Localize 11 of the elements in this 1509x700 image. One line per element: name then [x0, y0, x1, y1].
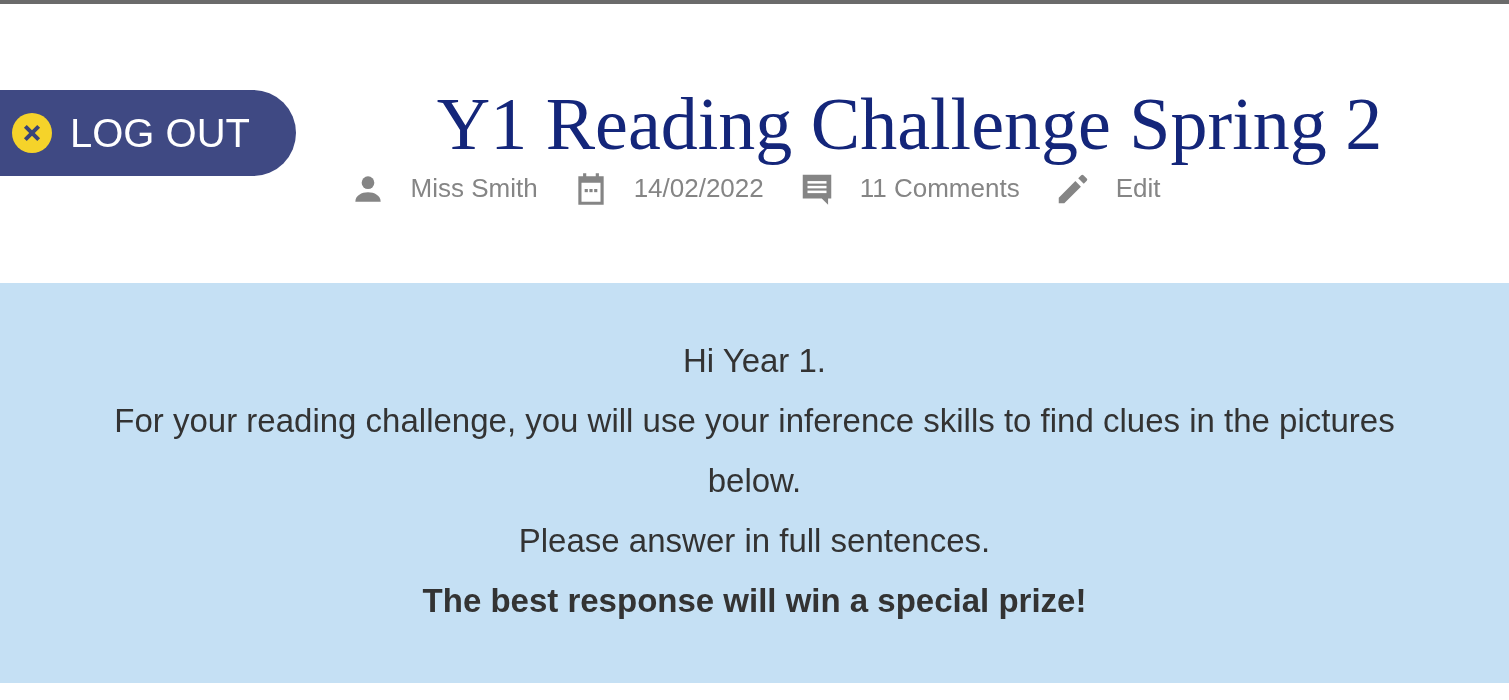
intro-text: Please answer in full sentences. — [517, 521, 992, 561]
intro-text: For your reading challenge, you will use your inference skills to find clues in the pictures below. — [113, 401, 1396, 501]
author-link[interactable]: Miss Smith — [410, 169, 538, 209]
comments-link[interactable]: 11 Comments — [859, 169, 1020, 209]
logout-button[interactable]: LOG OUT — [0, 90, 296, 176]
edit-link[interactable]: Edit — [1115, 169, 1161, 209]
post-title: Y1 Reading Challenge Spring 2 — [436, 84, 1383, 166]
intro-text: Hi Year 1. — [681, 341, 828, 381]
post-date: 14/02/2022 — [633, 172, 764, 206]
close-icon — [12, 113, 52, 153]
intro-text: The best response will win a special prize! — [421, 581, 1088, 621]
